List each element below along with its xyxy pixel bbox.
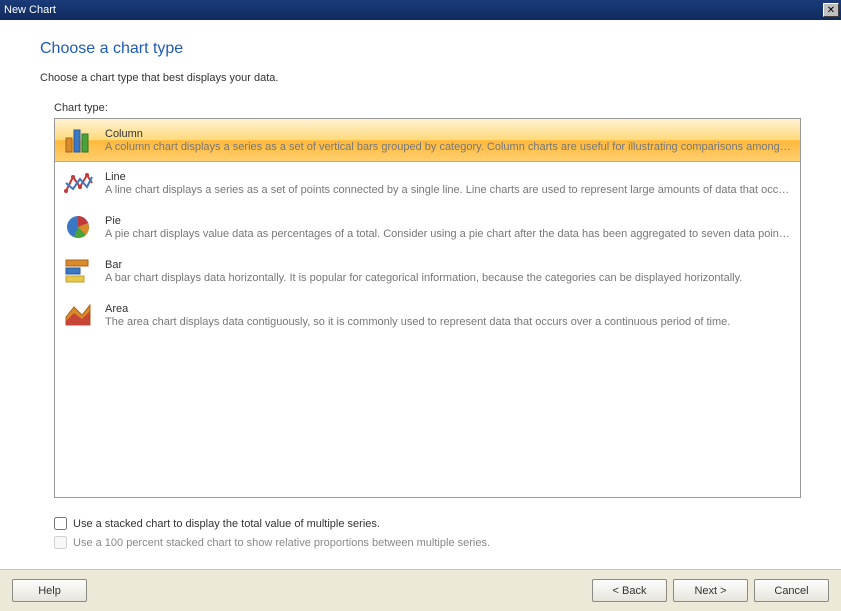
page-subheading: Choose a chart type that best displays y…	[40, 72, 801, 84]
column-chart-icon	[63, 124, 95, 156]
chart-type-column[interactable]: Column A column chart displays a series …	[54, 118, 801, 162]
stacked-checkbox-label: Use a stacked chart to display the total…	[73, 518, 380, 530]
chart-type-line[interactable]: Line A line chart displays a series as a…	[55, 161, 800, 205]
percent-stacked-checkbox-row: Use a 100 percent stacked chart to show …	[54, 536, 801, 549]
chart-type-bar[interactable]: Bar A bar chart displays data horizontal…	[55, 249, 800, 293]
chart-type-title: Column	[105, 128, 792, 140]
cancel-button[interactable]: Cancel	[754, 579, 829, 602]
wizard-content: Choose a chart type Choose a chart type …	[0, 20, 841, 569]
stacked-checkbox[interactable]	[54, 517, 67, 530]
wizard-footer: Help < Back Next > Cancel	[0, 569, 841, 611]
percent-stacked-checkbox-label: Use a 100 percent stacked chart to show …	[73, 537, 490, 549]
help-button[interactable]: Help	[12, 579, 87, 602]
next-button[interactable]: Next >	[673, 579, 748, 602]
chart-type-desc: The area chart displays data contiguousl…	[105, 316, 792, 328]
chart-options: Use a stacked chart to display the total…	[40, 511, 801, 559]
chart-type-desc: A bar chart displays data horizontally. …	[105, 272, 792, 284]
page-heading: Choose a chart type	[40, 40, 801, 58]
stacked-checkbox-row[interactable]: Use a stacked chart to display the total…	[54, 517, 801, 530]
chart-type-label: Chart type:	[54, 102, 801, 114]
chart-type-title: Pie	[105, 215, 792, 227]
chart-type-desc: A pie chart displays value data as perce…	[105, 228, 792, 240]
chart-type-pie[interactable]: Pie A pie chart displays value data as p…	[55, 205, 800, 249]
chart-type-title: Line	[105, 171, 792, 183]
percent-stacked-checkbox	[54, 536, 67, 549]
chart-type-area[interactable]: Area The area chart displays data contig…	[55, 293, 800, 337]
close-button[interactable]: ✕	[823, 3, 839, 17]
line-chart-icon	[63, 167, 95, 199]
chart-type-title: Area	[105, 303, 792, 315]
window-title: New Chart	[4, 4, 56, 16]
bar-chart-icon	[63, 255, 95, 287]
chart-type-desc: A column chart displays a series as a se…	[105, 141, 792, 153]
chart-type-desc: A line chart displays a series as a set …	[105, 184, 792, 196]
area-chart-icon	[63, 299, 95, 331]
pie-chart-icon	[63, 211, 95, 243]
chart-type-title: Bar	[105, 259, 792, 271]
back-button[interactable]: < Back	[592, 579, 667, 602]
titlebar: New Chart ✕	[0, 0, 841, 20]
chart-type-list: Column A column chart displays a series …	[54, 118, 801, 498]
